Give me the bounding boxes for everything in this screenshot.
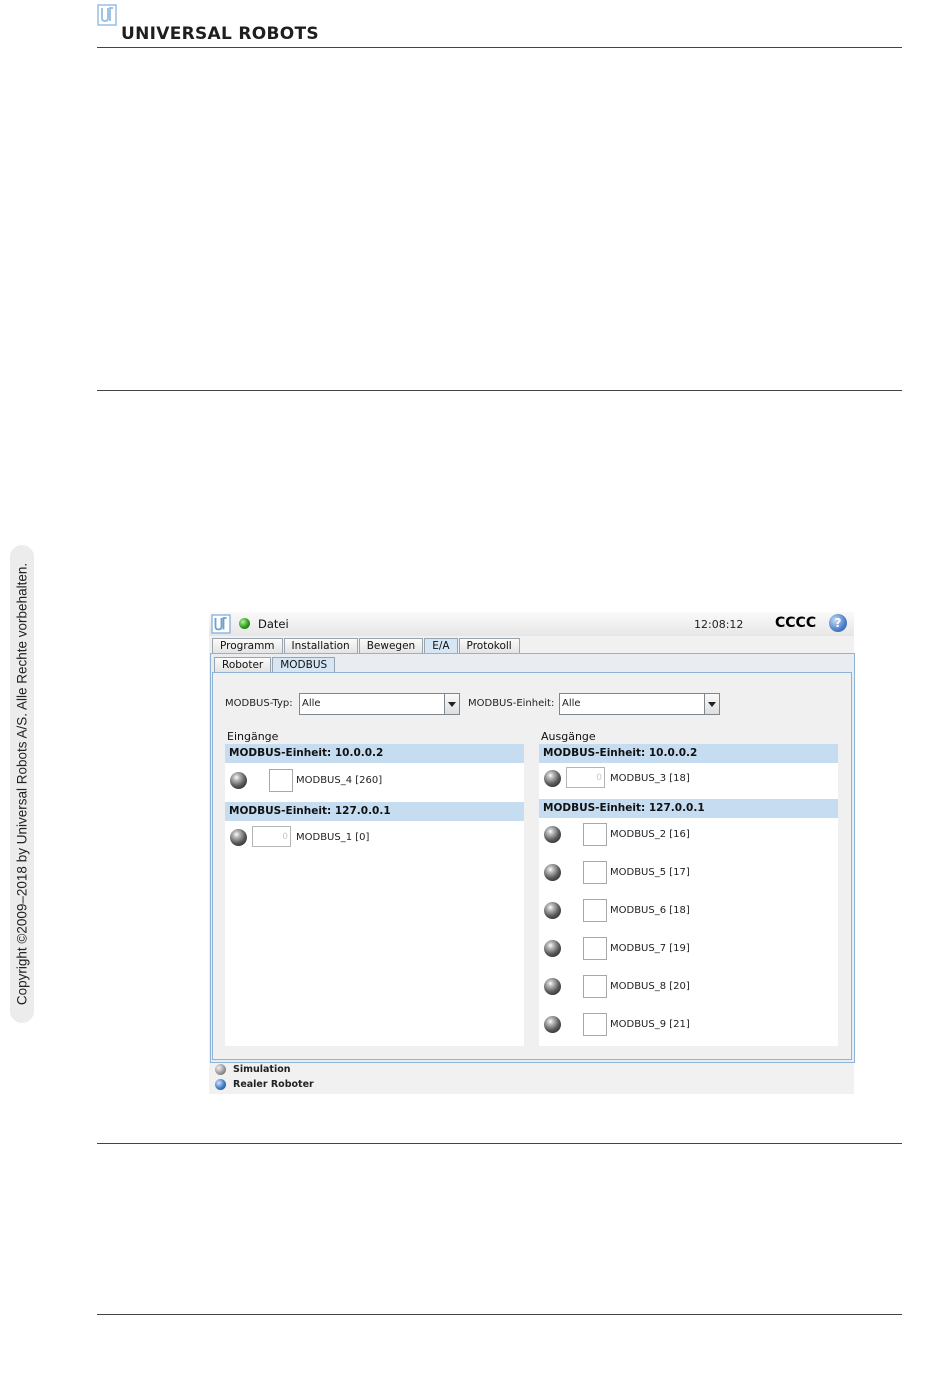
copyright-notice: Copyright ©2009–2018 by Universal Robots… xyxy=(10,545,34,1023)
modbus-unit-label: MODBUS-Einheit: xyxy=(468,698,555,709)
signal-name: MODBUS_5 [17] xyxy=(610,867,690,878)
signal-value-box[interactable] xyxy=(583,1013,607,1036)
simulation-radio-icon[interactable] xyxy=(215,1064,226,1075)
status-indicator-icon xyxy=(239,618,250,629)
modbus-unit-select[interactable]: Alle xyxy=(559,693,720,715)
modbus-type-value: Alle xyxy=(302,698,321,709)
signal-name: MODBUS_4 [260] xyxy=(296,775,383,786)
modbus-unit-value: Alle xyxy=(562,698,581,709)
tab-protokoll[interactable]: Protokoll xyxy=(458,638,520,653)
tab-bewegen[interactable]: Bewegen xyxy=(358,638,424,653)
outputs-group-header: MODBUS-Einheit: 10.0.0.2 xyxy=(539,744,838,763)
signal-led-icon xyxy=(230,772,247,789)
inputs-title: Eingänge xyxy=(227,730,279,743)
help-icon[interactable]: ? xyxy=(829,614,847,632)
top-bar: Datei 12:08:12 CCCC ? xyxy=(209,612,854,636)
inputs-group-header: MODBUS-Einheit: 10.0.0.2 xyxy=(225,744,524,763)
signal-value-box[interactable] xyxy=(583,975,607,998)
signal-value-box[interactable] xyxy=(269,769,293,792)
signal-led-icon xyxy=(544,978,561,995)
divider xyxy=(97,390,902,391)
divider xyxy=(97,1314,902,1315)
brand-logo: UNIVERSAL ROBOTS xyxy=(97,4,337,44)
modbus-panel: MODBUS-Typ: Alle MODBUS-Einheit: Alle Ei… xyxy=(212,672,852,1060)
brand-name: UNIVERSAL ROBOTS xyxy=(121,24,319,44)
modbus-type-label: MODBUS-Typ: xyxy=(225,698,293,709)
tab-programm[interactable]: Programm xyxy=(212,638,283,653)
ur-logo-icon xyxy=(211,614,231,634)
outputs-group-header: MODBUS-Einheit: 127.0.0.1 xyxy=(539,799,838,818)
tab-ea[interactable]: E/A xyxy=(424,638,458,653)
signal-name: MODBUS_2 [16] xyxy=(610,829,690,840)
tab-installation[interactable]: Installation xyxy=(283,638,358,653)
signal-value-box[interactable] xyxy=(583,823,607,846)
signal-led-icon xyxy=(544,1016,561,1033)
simulation-label[interactable]: Simulation xyxy=(233,1064,291,1075)
signal-led-icon xyxy=(544,770,561,787)
signal-name: MODBUS_1 [0] xyxy=(296,832,370,843)
chevron-down-icon[interactable] xyxy=(444,694,459,714)
signal-value-box[interactable] xyxy=(583,861,607,884)
outputs-title: Ausgänge xyxy=(541,730,596,743)
signal-value-box[interactable] xyxy=(583,899,607,922)
signal-name: MODBUS_7 [19] xyxy=(610,943,690,954)
signal-led-icon xyxy=(544,864,561,881)
real-robot-radio-icon[interactable] xyxy=(215,1079,226,1090)
register-value-input[interactable]: 0 xyxy=(566,767,605,788)
signal-led-icon xyxy=(230,829,247,846)
signal-name: MODBUS_6 [18] xyxy=(610,905,690,916)
signal-name: MODBUS_8 [20] xyxy=(610,981,690,992)
signal-led-icon xyxy=(544,902,561,919)
sub-tabs: Roboter MODBUS xyxy=(214,657,336,672)
inputs-list: MODBUS-Einheit: 10.0.0.2 MODBUS_4 [260] … xyxy=(225,744,524,1046)
copyright-text: Copyright ©2009–2018 by Universal Robots… xyxy=(14,562,30,1006)
subtab-roboter[interactable]: Roboter xyxy=(214,657,272,672)
chevron-down-icon[interactable] xyxy=(704,694,719,714)
file-menu[interactable]: Datei xyxy=(258,617,289,631)
signal-led-icon xyxy=(544,940,561,957)
signal-value-box[interactable] xyxy=(583,937,607,960)
divider xyxy=(97,47,902,48)
ur-logo-icon xyxy=(97,4,117,26)
real-robot-label[interactable]: Realer Roboter xyxy=(233,1079,314,1090)
inputs-group-header: MODBUS-Einheit: 127.0.0.1 xyxy=(225,802,524,821)
outputs-list: MODBUS-Einheit: 10.0.0.2 0 MODBUS_3 [18]… xyxy=(539,744,838,1046)
register-value-input[interactable]: 0 xyxy=(252,826,291,847)
modbus-type-select[interactable]: Alle xyxy=(299,693,460,715)
divider xyxy=(97,1143,902,1144)
signal-led-icon xyxy=(544,826,561,843)
main-tabs: Programm Installation Bewegen E/A Protok… xyxy=(212,638,521,653)
subtab-modbus[interactable]: MODBUS xyxy=(272,657,336,672)
signal-name: MODBUS_9 [21] xyxy=(610,1019,690,1030)
signal-name: MODBUS_3 [18] xyxy=(610,773,690,784)
clock: 12:08:12 xyxy=(694,618,744,631)
polyscope-window: Datei 12:08:12 CCCC ? Programm Installat… xyxy=(209,612,855,1094)
robot-name: CCCC xyxy=(775,615,817,631)
